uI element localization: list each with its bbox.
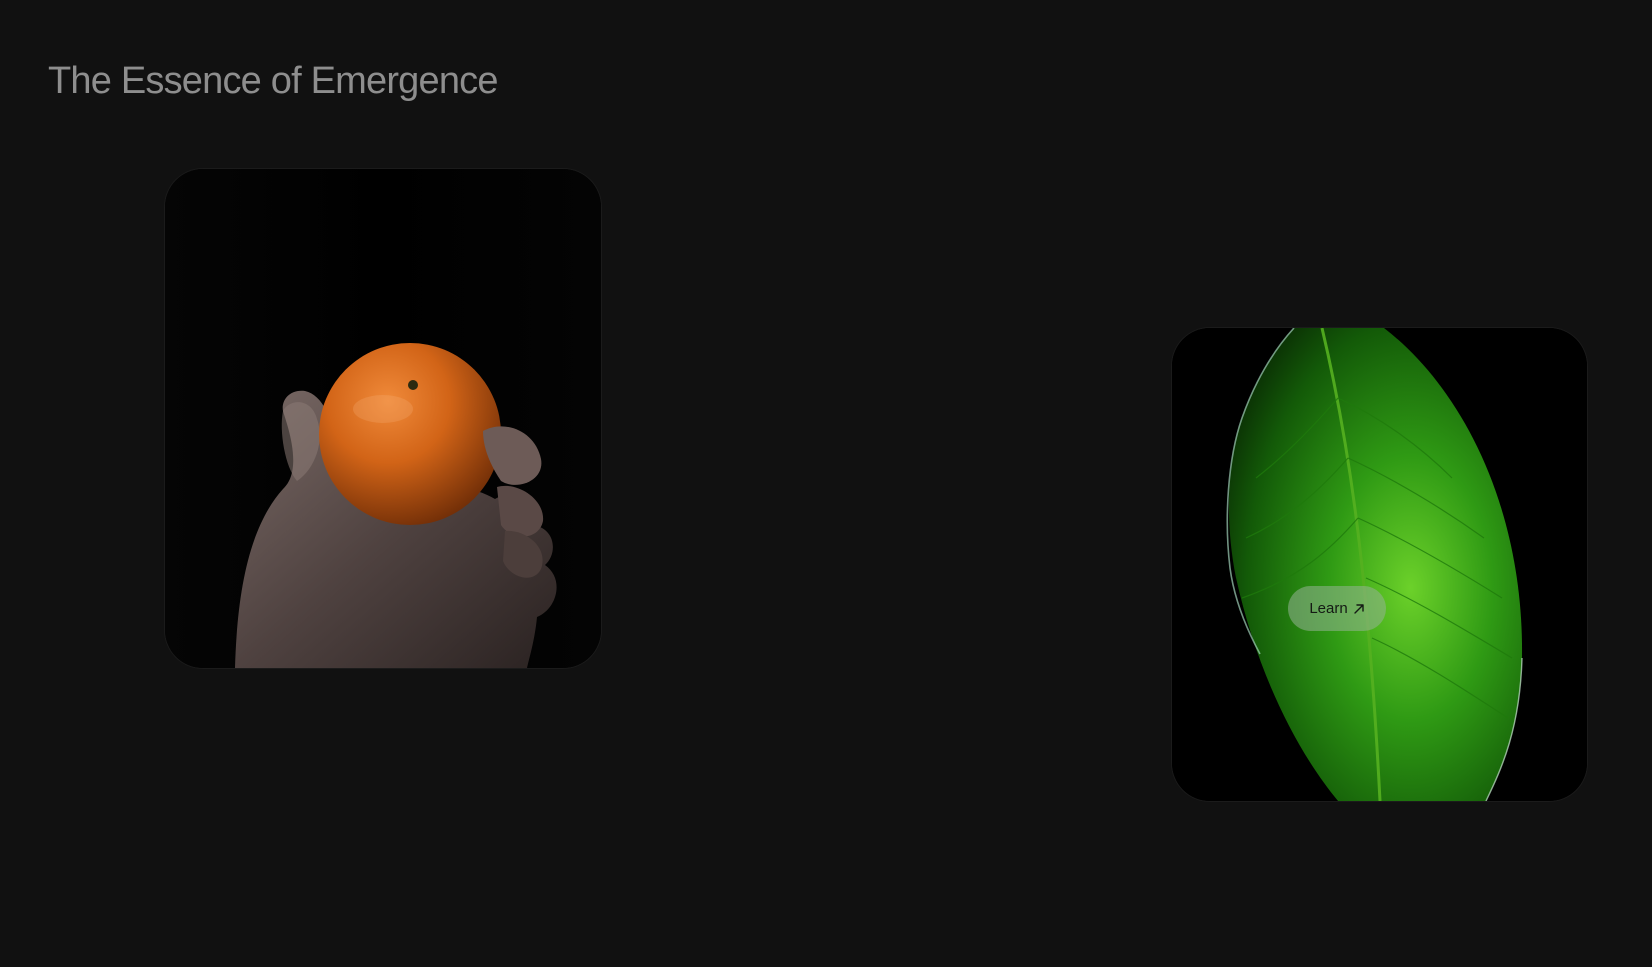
arrow-up-right-icon: [1353, 603, 1365, 615]
leaf-image-card[interactable]: [1172, 328, 1587, 801]
orange-in-hand-image: [165, 169, 601, 668]
orange-image-card[interactable]: [165, 169, 601, 668]
learn-button[interactable]: Learn: [1288, 586, 1386, 631]
page-title: The Essence of Emergence: [48, 60, 499, 102]
learn-button-label: Learn: [1309, 600, 1348, 617]
green-leaf-image: [1172, 328, 1587, 801]
